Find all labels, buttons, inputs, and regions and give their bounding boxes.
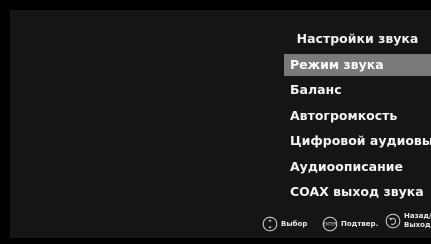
menu-item-label: Баланс	[290, 82, 342, 98]
menu-item-sound-mode[interactable]: Режим звука	[284, 54, 431, 76]
back-icon	[385, 213, 401, 229]
menu-item-label: Аудиоописание	[290, 158, 403, 174]
menu-item-auto-volume[interactable]: Автогромкость	[284, 105, 431, 127]
menu-item-label: COAX выход звука	[290, 183, 424, 199]
menu-item-label: Автогромкость	[290, 107, 398, 123]
dpad-icon	[262, 216, 278, 232]
back-label: Назад/ Выход	[404, 212, 431, 230]
menu-item-digital-audio-out[interactable]: Цифровой аудиовыход	[284, 130, 431, 152]
back-label-line1: Назад/	[404, 212, 431, 220]
hint-confirm: ENTER Подтвер.	[322, 216, 378, 232]
confirm-label: Подтвер.	[341, 220, 379, 228]
menu-title: Настройки звука	[296, 31, 419, 46]
hint-bar: Выбор ENTER Подтвер. Назад/ Выход	[0, 212, 431, 240]
back-label-line2: Выход	[404, 221, 431, 229]
hint-back: Назад/ Выход	[385, 212, 431, 230]
enter-button-icon: ENTER	[322, 216, 338, 232]
menu-item-balance[interactable]: Баланс	[284, 79, 431, 101]
hint-select: Выбор	[262, 216, 307, 232]
enter-key-text: ENTER	[323, 222, 336, 227]
sound-settings-menu: Режим звука Баланс Автогромкость Цифрово…	[284, 54, 431, 206]
tv-screen: Настройки звука Режим звука Баланс Автог…	[0, 0, 431, 244]
menu-item-label: Режим звука	[290, 57, 384, 72]
menu-item-coax-audio-out[interactable]: COAX выход звука	[284, 181, 431, 203]
select-label: Выбор	[281, 220, 308, 228]
menu-item-label: Цифровой аудиовыход	[290, 133, 431, 149]
menu-item-audio-description[interactable]: Аудиоописание	[284, 156, 431, 178]
